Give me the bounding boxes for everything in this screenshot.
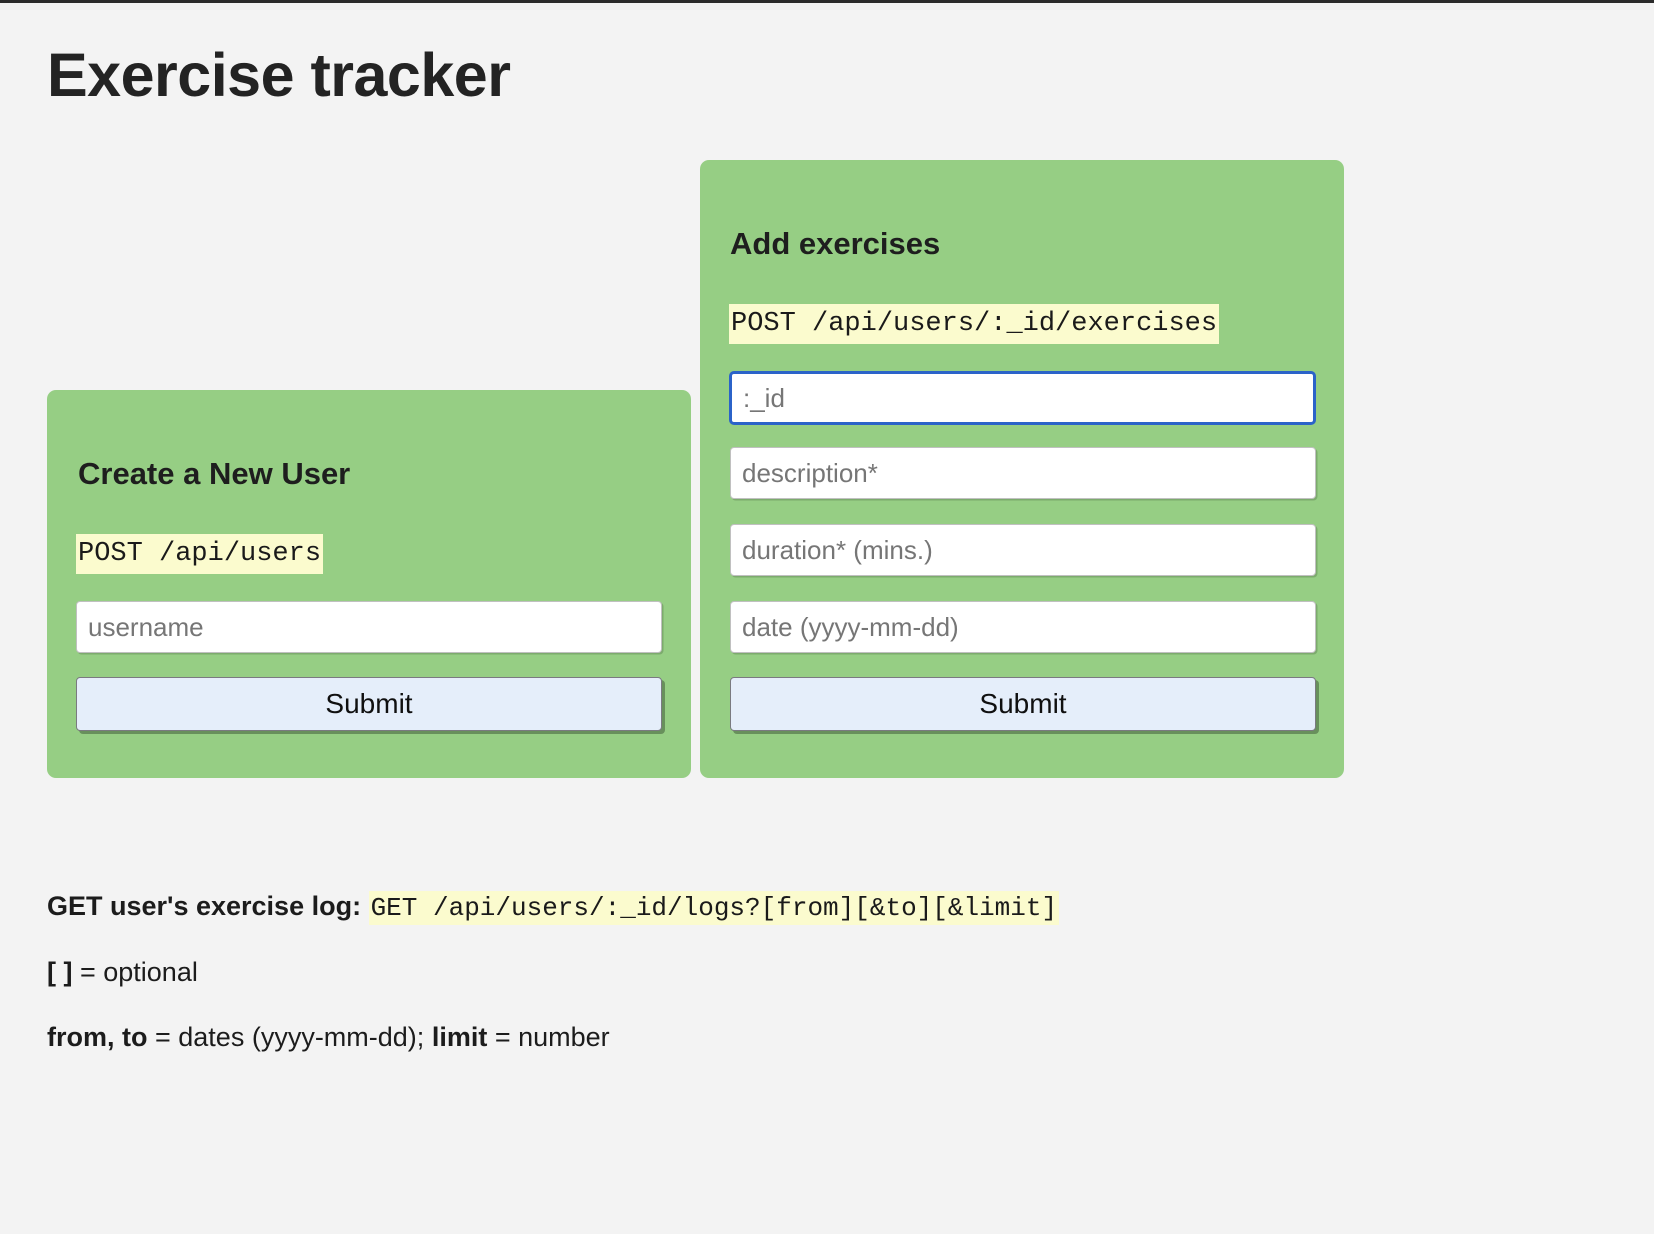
optional-note-text: = optional: [72, 957, 198, 987]
page-title: Exercise tracker: [47, 41, 511, 109]
create-user-card-title: Create a New User: [78, 456, 351, 491]
params-dates-text: = dates (yyyy-mm-dd);: [147, 1022, 432, 1052]
description-input[interactable]: [730, 447, 1316, 499]
create-user-endpoint-code: POST /api/users: [76, 534, 324, 575]
add-exercises-endpoint-code: POST /api/users/:_id/exercises: [729, 304, 1220, 345]
optional-bracket-label: [ ]: [47, 957, 73, 987]
get-log-endpoint-code: GET /api/users/:_id/logs?[from][&to][&li…: [368, 891, 1060, 925]
optional-note: [ ] = optional: [47, 955, 198, 990]
add-exercise-submit-button[interactable]: Submit: [730, 677, 1316, 731]
params-limit-label: limit: [431, 1022, 488, 1052]
get-log-note: GET user's exercise log: GET /api/users/…: [47, 889, 1060, 926]
params-from-to-label: from, to: [47, 1022, 148, 1052]
params-number-text: = number: [487, 1022, 610, 1052]
user-id-input[interactable]: [729, 371, 1316, 425]
params-note: from, to = dates (yyyy-mm-dd); limit = n…: [47, 1020, 610, 1055]
add-exercises-card-title: Add exercises: [730, 226, 941, 261]
get-log-label: GET user's exercise log:: [47, 891, 362, 921]
exercise-tracker-page: Exercise tracker Create a New User POST …: [0, 0, 1654, 1234]
duration-input[interactable]: [730, 524, 1316, 576]
date-input[interactable]: [730, 601, 1316, 653]
create-user-submit-button[interactable]: Submit: [76, 677, 662, 731]
username-input[interactable]: [76, 601, 662, 653]
